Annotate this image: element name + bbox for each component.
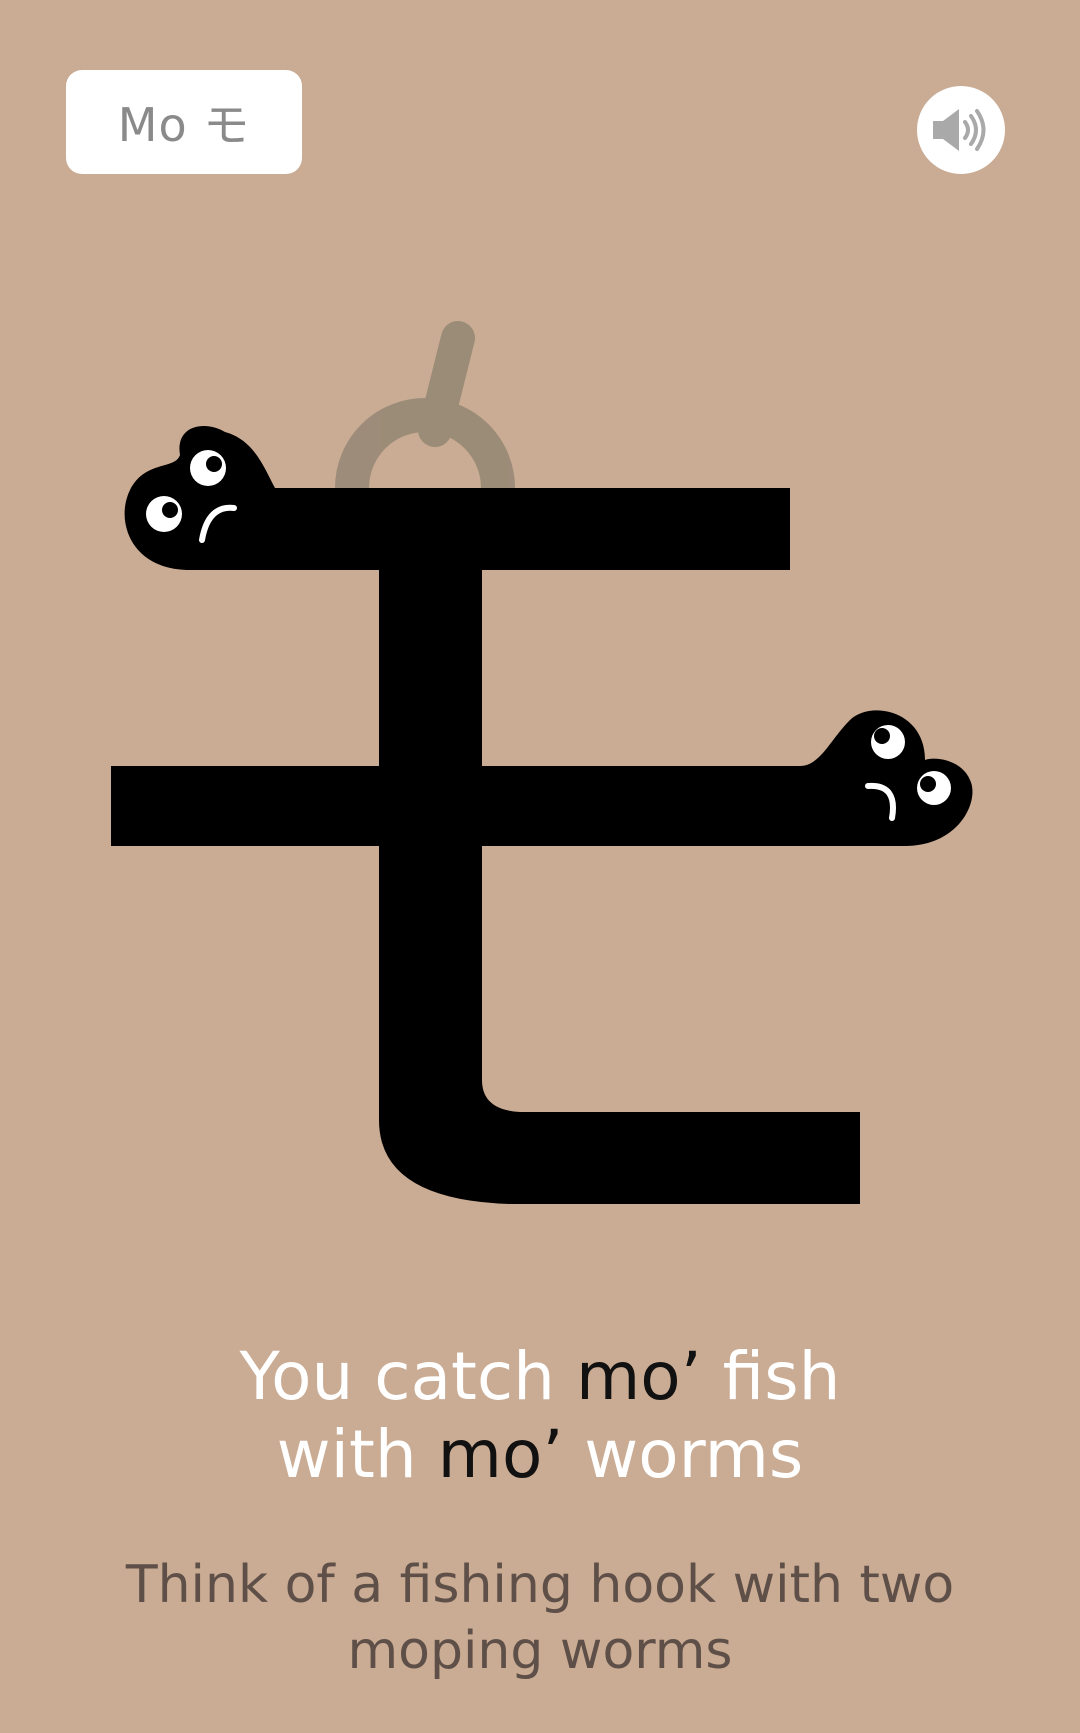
kana-label-text: Mo モ [117, 98, 251, 152]
kana-label: Mo モ [66, 70, 302, 174]
mnemonic-highlight-2: mo’ [437, 1416, 564, 1493]
mnemonic-text: You catch mo’ fish with mo’ worms [0, 1338, 1080, 1494]
hint-text: Think of a fishing hook with two moping … [125, 1555, 955, 1681]
mnemonic-line1-prefix: You catch [239, 1338, 576, 1415]
fishing-hook [335, 321, 515, 489]
mnemonic-line-1: You catch mo’ fish [0, 1338, 1080, 1416]
kana-mo-illustration [111, 321, 973, 1204]
top-worm [124, 425, 791, 570]
sound-button[interactable] [917, 86, 1005, 174]
mnemonic-line2-prefix: with [276, 1416, 438, 1493]
speaker-icon [933, 109, 986, 151]
mnemonic-line1-suffix: fish [701, 1338, 841, 1415]
mnemonic-line2-suffix: worms [563, 1416, 804, 1493]
vertical-stroke [379, 570, 860, 1204]
mnemonic-highlight-1: mo’ [576, 1338, 702, 1415]
mnemonic-line-2: with mo’ worms [0, 1416, 1080, 1494]
middle-worm [111, 710, 973, 846]
